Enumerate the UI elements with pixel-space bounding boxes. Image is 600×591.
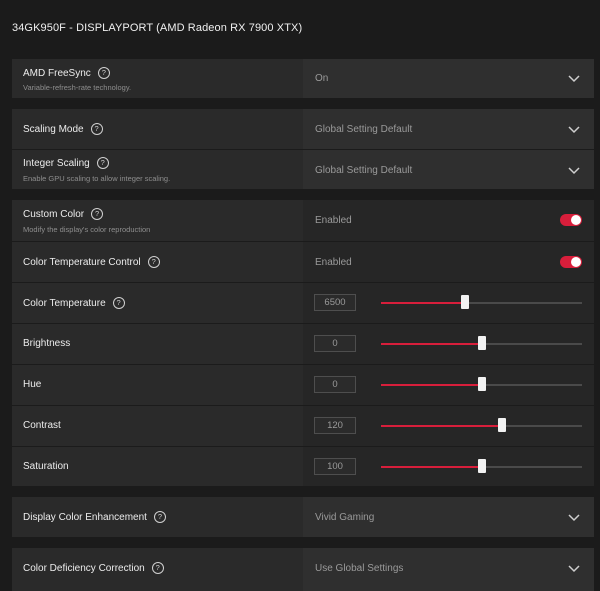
help-circle-icon[interactable]: ?: [151, 562, 164, 574]
display-color-enhancement-value: Vivid Gaming: [315, 512, 375, 523]
freesync-value: On: [315, 73, 329, 84]
hue-slider[interactable]: [381, 377, 582, 391]
color-temp-control-label: Color Temperature Control: [23, 256, 141, 268]
help-circle-icon[interactable]: ?: [112, 297, 125, 309]
color-temp-control-row[interactable]: Color Temperature Control ? Enabled: [12, 241, 594, 282]
slider-fill: [381, 302, 466, 304]
custom-color-row[interactable]: Custom Color ? Modify the display's colo…: [12, 200, 594, 241]
integer-scaling-value: Global Setting Default: [315, 165, 413, 176]
scaling-mode-dropdown[interactable]: Global Setting Default: [303, 109, 594, 149]
scaling-mode-value: Global Setting Default: [315, 124, 413, 135]
freesync-row[interactable]: AMD FreeSync ? Variable-refresh-rate tec…: [12, 59, 594, 98]
color-temperature-label: Color Temperature: [23, 297, 106, 309]
integer-scaling-dropdown[interactable]: Global Setting Default: [303, 150, 594, 189]
brightness-row: Brightness 0: [12, 323, 594, 364]
freesync-label: AMD FreeSync: [23, 67, 91, 79]
color-deficiency-dropdown[interactable]: Use Global Settings: [303, 548, 594, 591]
freesync-group: AMD FreeSync ? Variable-refresh-rate tec…: [12, 59, 594, 98]
slider-thumb[interactable]: [477, 336, 486, 350]
saturation-input[interactable]: 100: [314, 458, 356, 475]
color-deficiency-label: Color Deficiency Correction: [23, 562, 145, 574]
help-circle-icon[interactable]: ?: [91, 208, 104, 220]
brightness-input[interactable]: 0: [314, 335, 356, 352]
display-color-enhancement-dropdown[interactable]: Vivid Gaming: [303, 497, 594, 537]
custom-color-toggle[interactable]: [560, 214, 582, 226]
scaling-mode-row[interactable]: Scaling Mode ? Global Setting Default: [12, 109, 594, 149]
slider-fill: [381, 425, 502, 427]
color-temp-control-toggle[interactable]: [560, 256, 582, 268]
color-temperature-row: Color Temperature ? 6500: [12, 282, 594, 323]
slider-thumb[interactable]: [477, 459, 486, 473]
display-color-enhancement-group: Display Color Enhancement ? Vivid Gaming: [12, 497, 594, 537]
saturation-row: Saturation 100: [12, 446, 594, 486]
color-deficiency-value: Use Global Settings: [315, 563, 404, 574]
color-temperature-input[interactable]: 6500: [314, 294, 356, 311]
chevron-down-icon: [568, 514, 580, 522]
slider-fill: [381, 343, 482, 345]
hue-input[interactable]: 0: [314, 376, 356, 393]
color-deficiency-group: Color Deficiency Correction ? Use Global…: [12, 548, 594, 591]
help-circle-icon[interactable]: ?: [90, 123, 103, 135]
contrast-slider[interactable]: [381, 418, 582, 432]
chevron-down-icon: [568, 565, 580, 573]
color-temp-control-status: Enabled: [315, 257, 352, 268]
integer-scaling-row[interactable]: Integer Scaling ? Enable GPU scaling to …: [12, 149, 594, 189]
contrast-row: Contrast 120: [12, 405, 594, 446]
custom-color-status: Enabled: [315, 215, 352, 226]
integer-scaling-description: Enable GPU scaling to allow integer scal…: [23, 174, 171, 183]
brightness-label: Brightness: [23, 338, 71, 349]
slider-fill: [381, 466, 482, 468]
hue-label: Hue: [23, 379, 42, 390]
scaling-mode-label: Scaling Mode: [23, 123, 84, 135]
color-temperature-slider[interactable]: [381, 295, 582, 309]
custom-color-description: Modify the display's color reproduction: [23, 225, 151, 234]
help-circle-icon[interactable]: ?: [96, 157, 109, 169]
freesync-description: Variable-refresh-rate technology.: [23, 83, 132, 92]
saturation-label: Saturation: [23, 461, 69, 472]
chevron-down-icon: [568, 167, 580, 175]
chevron-down-icon: [568, 126, 580, 134]
display-color-enhancement-label: Display Color Enhancement: [23, 511, 147, 523]
chevron-down-icon: [568, 75, 580, 83]
help-circle-icon[interactable]: ?: [97, 67, 110, 79]
custom-color-label: Custom Color: [23, 208, 85, 220]
help-circle-icon[interactable]: ?: [147, 256, 160, 268]
slider-thumb[interactable]: [477, 377, 486, 391]
page-title: 34GK950F - DISPLAYPORT (AMD Radeon RX 79…: [12, 22, 303, 34]
slider-thumb[interactable]: [497, 418, 506, 432]
color-deficiency-row[interactable]: Color Deficiency Correction ? Use Global…: [12, 548, 594, 591]
custom-color-group: Custom Color ? Modify the display's colo…: [12, 200, 594, 486]
brightness-slider[interactable]: [381, 336, 582, 350]
contrast-input[interactable]: 120: [314, 417, 356, 434]
contrast-label: Contrast: [23, 420, 61, 431]
saturation-slider[interactable]: [381, 459, 582, 473]
freesync-dropdown[interactable]: On: [303, 59, 594, 98]
hue-row: Hue 0: [12, 364, 594, 405]
integer-scaling-label: Integer Scaling: [23, 157, 90, 169]
slider-fill: [381, 384, 482, 386]
display-color-enhancement-row[interactable]: Display Color Enhancement ? Vivid Gaming: [12, 497, 594, 537]
scaling-group: Scaling Mode ? Global Setting Default In…: [12, 109, 594, 189]
slider-thumb[interactable]: [461, 295, 470, 309]
help-circle-icon[interactable]: ?: [153, 511, 166, 523]
